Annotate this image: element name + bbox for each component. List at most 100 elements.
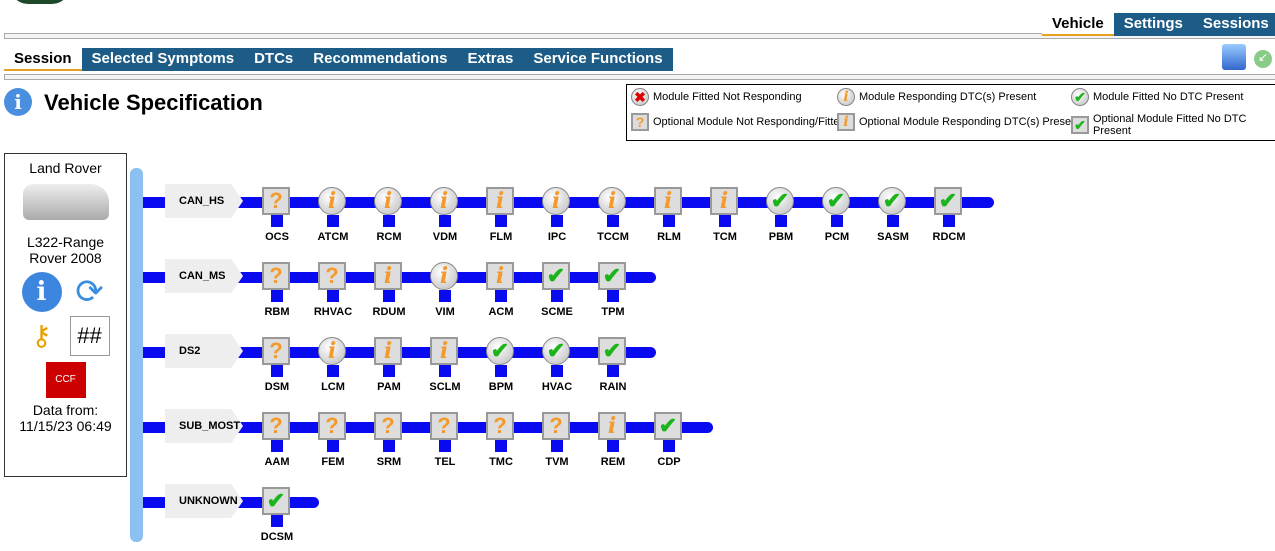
question-status-icon: ? <box>486 412 514 440</box>
camera-icon[interactable] <box>1222 44 1246 70</box>
question-status-icon: ? <box>430 412 458 440</box>
module-connector <box>271 215 283 227</box>
module-name: DCSM <box>260 531 294 543</box>
check-status-icon: ✔ <box>878 187 906 215</box>
info-status-icon: i <box>374 337 402 365</box>
module[interactable]: i IPC <box>542 187 572 243</box>
check-status-icon: ✔ <box>934 187 962 215</box>
module-connector <box>327 365 339 377</box>
question-status-icon: ? <box>374 412 402 440</box>
module[interactable]: ✔ SASM <box>877 187 909 243</box>
module[interactable]: ? DSM <box>262 337 292 393</box>
module[interactable]: i TCCM <box>597 187 629 243</box>
refresh-button[interactable]: ⟳ <box>70 272 110 312</box>
tab-settings[interactable]: Settings <box>1113 13 1193 36</box>
module[interactable]: ? OCS <box>262 187 292 243</box>
module-connector <box>383 290 395 302</box>
module[interactable]: i REM <box>598 412 628 468</box>
module[interactable]: i TCM <box>710 187 740 243</box>
module[interactable]: i RCM <box>374 187 404 243</box>
module[interactable]: ✔ CDP <box>654 412 684 468</box>
module[interactable]: i RDUM <box>373 262 406 318</box>
tab-vehicle[interactable]: Vehicle <box>1042 13 1114 36</box>
module[interactable]: i VDM <box>430 187 460 243</box>
module-connector <box>887 215 899 227</box>
module[interactable]: ? SRM <box>374 412 404 468</box>
check-status-icon: ✔ <box>822 187 850 215</box>
module[interactable]: ? TEL <box>430 412 460 468</box>
module[interactable]: i VIM <box>430 262 460 318</box>
module[interactable]: i RLM <box>654 187 684 243</box>
module[interactable]: ✔ SCME <box>541 262 573 318</box>
module[interactable]: i LCM <box>318 337 348 393</box>
question-status-icon: ? <box>318 412 346 440</box>
module[interactable]: ? RHVAC <box>314 262 352 318</box>
data-from-label: Data from: <box>32 402 99 418</box>
module[interactable]: ? AAM <box>262 412 292 468</box>
bus-label[interactable]: UNKNOWN <box>165 484 243 518</box>
vehicle-panel: Land Rover L322-Range Rover 2008 i ⟳ ⚷ #… <box>4 153 127 477</box>
module[interactable]: ✔ DCSM <box>261 487 293 543</box>
legend-item: ✖ Module Fitted Not Responding <box>631 88 802 106</box>
module[interactable]: ✔ PBM <box>766 187 796 243</box>
legend-label: Optional Module Responding DTC(s) Presen… <box>859 116 1081 128</box>
module[interactable]: ✔ TPM <box>598 262 628 318</box>
module[interactable]: i SCLM <box>429 337 461 393</box>
bus-label[interactable]: DS2 <box>165 334 243 368</box>
module-connector <box>327 440 339 452</box>
tab-service-functions[interactable]: Service Functions <box>523 48 673 71</box>
module[interactable]: ? FEM <box>318 412 348 468</box>
top-tabs: Vehicle Settings Sessions <box>1042 13 1275 36</box>
module[interactable]: i FLM <box>486 187 516 243</box>
module-connector <box>719 215 731 227</box>
info-status-icon: i <box>542 187 570 215</box>
tab-session[interactable]: Session <box>4 48 82 71</box>
bus-label[interactable]: CAN_MS <box>165 259 243 293</box>
module-connector <box>383 365 395 377</box>
tab-recommendations[interactable]: Recommendations <box>303 48 458 71</box>
module-connector <box>607 290 619 302</box>
main-tabs: Session Selected Symptoms DTCs Recommendati… <box>4 48 673 71</box>
question-status-icon: ? <box>262 262 290 290</box>
module[interactable]: ? TMC <box>486 412 516 468</box>
module[interactable]: ? TVM <box>542 412 572 468</box>
module[interactable]: ✔ BPM <box>486 337 516 393</box>
module[interactable]: i ACM <box>486 262 516 318</box>
status-legend: ✖ Module Fitted Not Responding i Module Res… <box>626 84 1275 141</box>
module-connector <box>775 215 787 227</box>
tab-dtcs[interactable]: DTCs <box>244 48 304 71</box>
bus-label[interactable]: CAN_HS <box>165 184 243 218</box>
module[interactable]: i ATCM <box>318 187 348 243</box>
info-status-icon: i <box>654 187 682 215</box>
tab-sessions[interactable]: Sessions <box>1192 13 1275 36</box>
module-connector <box>327 290 339 302</box>
module[interactable]: ✔ RDCM <box>933 187 966 243</box>
module-connector <box>495 365 507 377</box>
question-status-icon: ? <box>262 337 290 365</box>
key-button[interactable]: ⚷ <box>22 316 62 356</box>
question-status-icon: ? <box>262 187 290 215</box>
page-title: Vehicle Specification <box>44 90 263 115</box>
module[interactable]: ✔ RAIN <box>598 337 628 393</box>
module[interactable]: ✔ HVAC <box>542 337 572 393</box>
info-status-icon: i <box>430 337 458 365</box>
module-connector <box>327 215 339 227</box>
hash-button[interactable]: ## <box>69 316 110 356</box>
module[interactable]: ✔ PCM <box>822 187 852 243</box>
info-button[interactable]: i <box>21 272 62 312</box>
legend-label: Optional Module Not Responding/Fitted <box>653 116 846 128</box>
module-connector <box>439 215 451 227</box>
module[interactable]: ? RBM <box>262 262 292 318</box>
data-from-value: 11/15/23 06:49 <box>19 418 112 434</box>
back-icon[interactable]: ↙ <box>1254 50 1272 68</box>
module-connector <box>551 215 563 227</box>
module[interactable]: i PAM <box>374 337 404 393</box>
info-status-icon: i <box>318 337 346 365</box>
tab-extras[interactable]: Extras <box>457 48 524 71</box>
module-connector <box>831 215 843 227</box>
module-name: TPM <box>601 306 625 318</box>
tab-selected-symptoms[interactable]: Selected Symptoms <box>81 48 245 71</box>
vehicle-brand: Land Rover <box>29 160 102 176</box>
ccf-button[interactable]: CCF <box>45 362 86 398</box>
bus-label[interactable]: SUB_MOST <box>165 409 243 443</box>
